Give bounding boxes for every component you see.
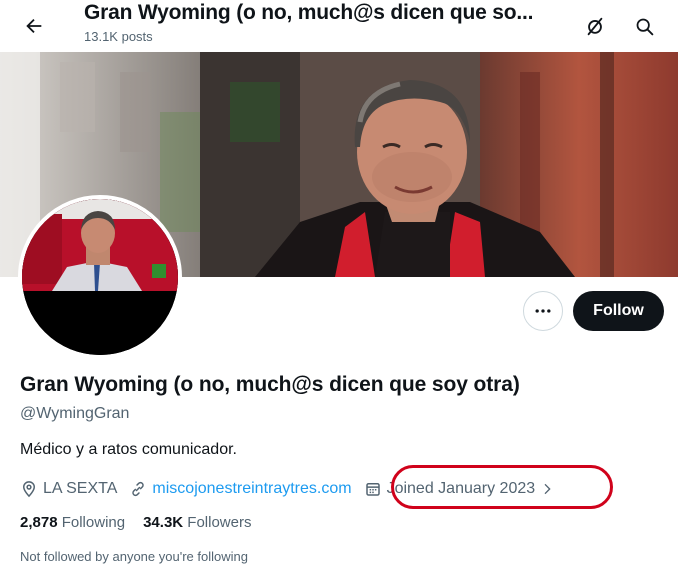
search-button[interactable] xyxy=(626,8,662,44)
profile-avatar[interactable] xyxy=(18,195,182,359)
following-link[interactable]: 2,878 Following xyxy=(20,514,125,531)
posts-count: 13.1K posts xyxy=(84,29,153,44)
more-horizontal-icon xyxy=(535,309,551,313)
profile-header-bar: Gran Wyoming (o no, much@s dicen que so.… xyxy=(0,0,678,52)
followers-count: 34.3K xyxy=(143,514,184,531)
avatar-photo xyxy=(22,199,178,355)
website-link[interactable]: miscojonestreintraytres.com xyxy=(152,480,351,498)
search-icon xyxy=(636,18,653,35)
followers-label: Followers xyxy=(187,514,252,531)
link-icon xyxy=(132,481,145,497)
profile-location: LA SEXTA xyxy=(20,480,117,498)
location-text: LA SEXTA xyxy=(43,480,118,497)
no-boost-button[interactable] xyxy=(577,8,613,44)
slashed-circle-icon xyxy=(587,17,603,36)
follow-stats: 2,878 Following 34.3K Followers xyxy=(20,514,251,531)
following-label: Following xyxy=(61,514,126,531)
profile-website[interactable]: miscojonestreintraytres.com xyxy=(129,480,352,498)
header-title: Gran Wyoming (o no, much@s dicen que so.… xyxy=(84,1,534,24)
followers-link[interactable]: 34.3K Followers xyxy=(143,514,251,531)
followed-by-note: Not followed by anyone you're following xyxy=(20,549,248,564)
display-name: Gran Wyoming (o no, much@s dicen que soy… xyxy=(20,373,520,396)
profile-bio: Médico y a ratos comunicador. xyxy=(20,441,237,458)
back-button[interactable] xyxy=(16,8,52,44)
user-handle: @WymingGran xyxy=(20,405,130,422)
follow-button[interactable]: Follow xyxy=(573,291,664,331)
calendar-icon xyxy=(365,483,380,496)
highlight-annotation xyxy=(391,465,613,509)
following-count: 2,878 xyxy=(20,514,58,531)
arrow-left-icon xyxy=(26,18,42,34)
more-options-button[interactable] xyxy=(523,291,563,331)
location-pin-icon xyxy=(22,481,36,498)
